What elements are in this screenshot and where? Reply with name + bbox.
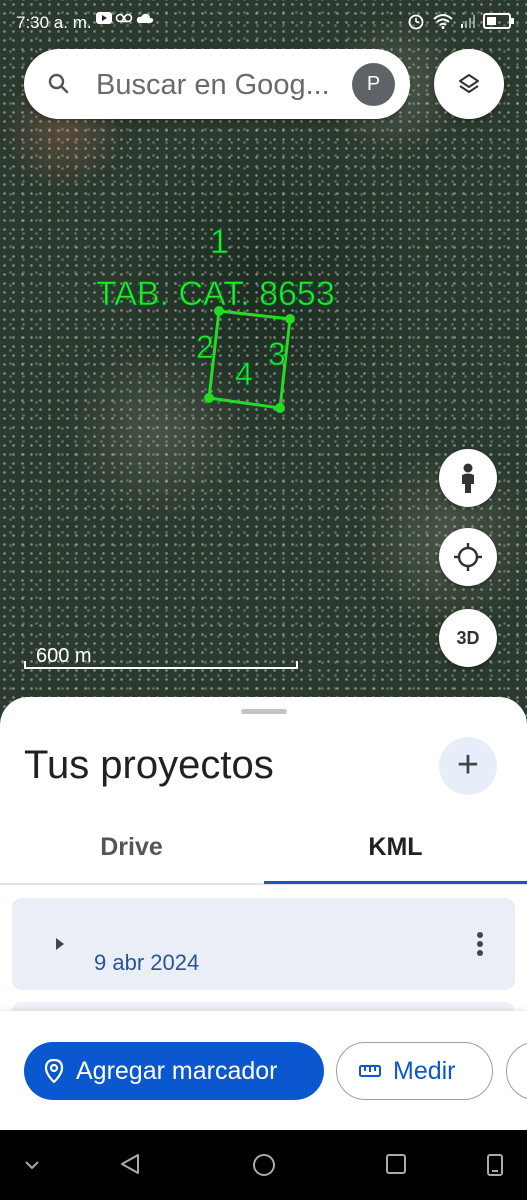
my-location-icon bbox=[454, 543, 482, 571]
project-date: 9 abr 2024 bbox=[94, 950, 200, 975]
3d-toggle-button[interactable]: 3D bbox=[439, 609, 497, 667]
plus-icon: + bbox=[456, 744, 480, 786]
place-icon bbox=[44, 1059, 64, 1083]
notification-icons bbox=[96, 12, 154, 24]
tab-drive[interactable]: Drive bbox=[0, 817, 263, 885]
system-nav-bar bbox=[0, 1130, 527, 1200]
layers-button[interactable] bbox=[434, 49, 504, 119]
action-bar: Agregar marcador Medir bbox=[0, 1011, 527, 1130]
battery-icon bbox=[483, 13, 514, 29]
measure-label: Medir bbox=[393, 1056, 456, 1085]
project-item[interactable]: 9 abr 2024 bbox=[12, 898, 515, 990]
search-icon bbox=[48, 73, 69, 94]
street-view-button[interactable] bbox=[439, 449, 497, 507]
vertex-label-4: 4 bbox=[235, 356, 253, 392]
parcel-vertex bbox=[285, 314, 295, 324]
chevron-right-icon[interactable] bbox=[54, 936, 66, 952]
parcel-vertex bbox=[204, 393, 214, 403]
sheet-title: Tus proyectos bbox=[24, 743, 274, 787]
status-time: 7:30 a. m. bbox=[16, 13, 92, 32]
satellite-map[interactable]: 1 TAB. CAT. 8653 2 3 4 7:30 a. m. P bbox=[0, 0, 527, 720]
wifi-icon bbox=[433, 14, 453, 29]
youtube-icon bbox=[96, 12, 112, 24]
cloud-icon bbox=[136, 13, 154, 23]
tab-bar: Drive KML bbox=[0, 817, 527, 885]
chevron-down-icon[interactable] bbox=[24, 1160, 40, 1170]
overflow-action-button[interactable] bbox=[506, 1042, 527, 1100]
screen-rotate-icon[interactable] bbox=[486, 1153, 504, 1177]
parcel-vertex bbox=[275, 403, 285, 413]
my-location-button[interactable] bbox=[439, 528, 497, 586]
projects-sheet: Tus proyectos + Drive KML 9 abr 2024 Agr… bbox=[0, 697, 527, 1130]
recents-icon[interactable] bbox=[385, 1153, 407, 1175]
status-bar: 7:30 a. m. bbox=[0, 0, 527, 46]
layers-icon bbox=[459, 74, 479, 93]
active-tab-indicator bbox=[264, 881, 527, 884]
alarm-icon bbox=[408, 14, 424, 30]
drag-handle[interactable] bbox=[241, 709, 287, 714]
home-icon[interactable] bbox=[252, 1153, 276, 1177]
vertex-label-1: 1 bbox=[210, 223, 229, 261]
ruler-icon bbox=[359, 1065, 381, 1077]
measure-button[interactable]: Medir bbox=[336, 1042, 493, 1100]
search-input[interactable] bbox=[94, 68, 348, 102]
vertex-label-3: 3 bbox=[268, 336, 286, 372]
search-bar[interactable]: P bbox=[24, 49, 410, 119]
add-project-button[interactable]: + bbox=[439, 737, 497, 795]
more-vert-icon[interactable] bbox=[474, 930, 486, 958]
tab-kml[interactable]: KML bbox=[264, 817, 527, 885]
scale-bar bbox=[24, 661, 298, 669]
add-marker-label: Agregar marcador bbox=[76, 1056, 278, 1085]
signal-icon bbox=[461, 15, 475, 28]
system-icons bbox=[407, 12, 514, 30]
voicemail-icon bbox=[115, 13, 133, 23]
back-icon[interactable] bbox=[119, 1153, 141, 1175]
avatar[interactable]: P bbox=[352, 63, 395, 106]
add-marker-button[interactable]: Agregar marcador bbox=[24, 1042, 324, 1100]
pegman-icon bbox=[462, 463, 474, 493]
parcel-title-label: TAB. CAT. 8653 bbox=[96, 275, 335, 313]
vertex-label-2: 2 bbox=[196, 329, 214, 365]
